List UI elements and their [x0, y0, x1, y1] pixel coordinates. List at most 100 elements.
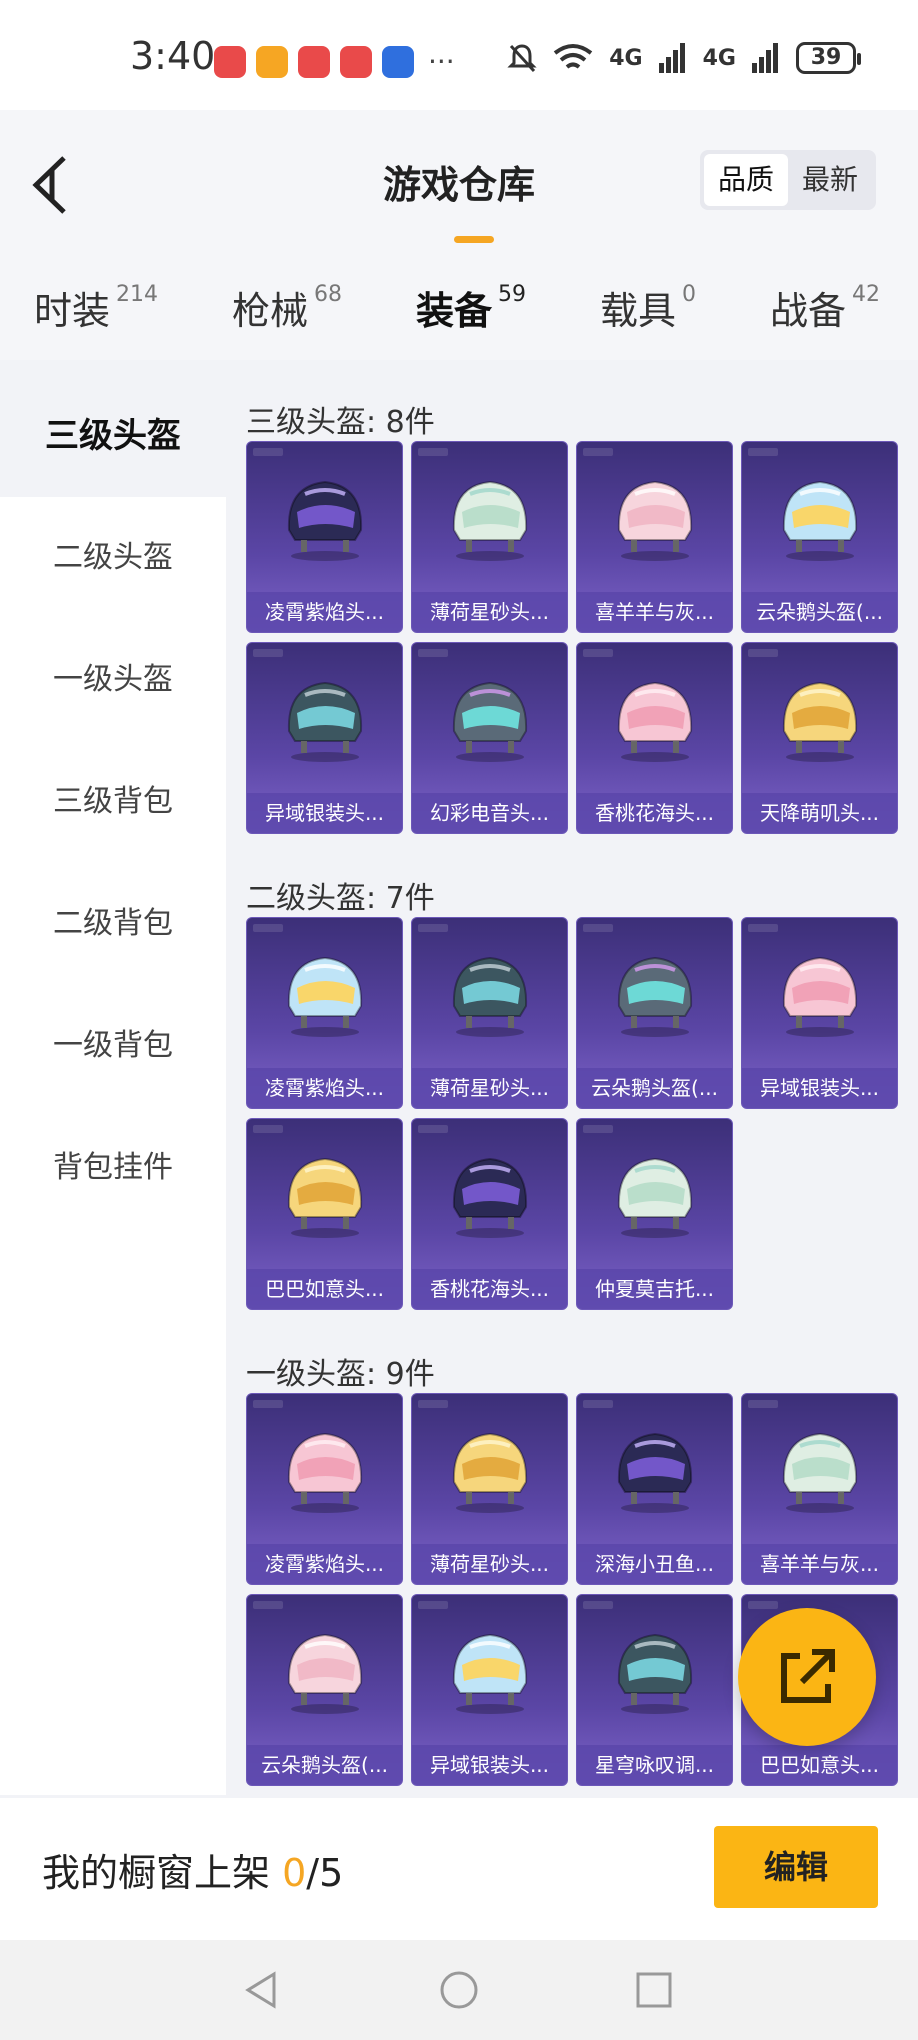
category-tabs: 时装 214 枪械 68 装备 59 载具 0 战备 42: [0, 280, 918, 350]
item-card[interactable]: 凌霄紫焰头...: [246, 1393, 403, 1585]
nav-back-icon[interactable]: [240, 1968, 284, 2012]
section-title: 一级头盔: 9件: [246, 1357, 435, 1392]
item-card[interactable]: 香桃花海头...: [411, 1118, 568, 1310]
card-decoration: [253, 924, 283, 932]
item-name: 异域银装头...: [247, 793, 402, 833]
sidebar-item-backpack-charm[interactable]: 背包挂件: [0, 1107, 226, 1229]
nav-recents-icon[interactable]: [632, 1968, 676, 2012]
tab-label: 战备: [770, 289, 847, 333]
card-decoration: [253, 649, 283, 657]
item-name: 凌霄紫焰头...: [247, 592, 402, 632]
card-decoration: [253, 1601, 283, 1609]
item-card[interactable]: 深海小丑鱼...: [576, 1393, 733, 1585]
section-title: 三级头盔: 8件: [246, 405, 435, 440]
helmet-icon: [452, 1633, 528, 1714]
item-name: 香桃花海头...: [412, 1269, 567, 1309]
status-time: 3:40: [130, 34, 216, 78]
tab-label: 时装: [34, 289, 111, 333]
item-card[interactable]: 仲夏莫吉托...: [576, 1118, 733, 1310]
share-button[interactable]: [738, 1608, 876, 1746]
item-grid: 三级头盔: 8件 凌霄紫焰头... 薄荷星砂头... 喜羊羊与灰... 云朵鹅头盔(.…: [226, 375, 918, 1795]
system-nav-bar: [0, 1940, 918, 2040]
item-name: 云朵鹅头盔(...: [577, 1068, 732, 1108]
helmet-icon: [287, 480, 363, 561]
item-card[interactable]: 喜羊羊与灰...: [576, 441, 733, 633]
helmet-icon: [452, 1157, 528, 1238]
section-title: 二级头盔: 7件: [246, 881, 435, 916]
showcase-total: /5: [306, 1851, 344, 1895]
helmet-icon: [287, 1432, 363, 1513]
card-decoration: [583, 1125, 613, 1133]
item-card[interactable]: 天降萌叽头...: [741, 642, 898, 834]
item-card[interactable]: 云朵鹅头盔(...: [246, 1594, 403, 1786]
sidebar-item-level1-backpack[interactable]: 一级背包: [0, 985, 226, 1107]
signal-4g-label: 4G: [702, 45, 736, 71]
helmet-icon: [287, 1157, 363, 1238]
sidebar-item-level2-helmet[interactable]: 二级头盔: [0, 497, 226, 619]
item-card[interactable]: 星穹咏叹调...: [576, 1594, 733, 1786]
helmet-icon: [452, 956, 528, 1037]
item-card[interactable]: 喜羊羊与灰...: [741, 1393, 898, 1585]
item-card[interactable]: 凌霄紫焰头...: [246, 917, 403, 1109]
card-decoration: [418, 1400, 448, 1408]
item-name: 云朵鹅头盔(...: [247, 1745, 402, 1785]
sort-by-quality-button[interactable]: 品质: [703, 154, 788, 206]
wifi-icon: [554, 44, 593, 69]
status-app-icons: ···: [214, 46, 455, 78]
tab-vehicles[interactable]: 载具 0: [600, 280, 696, 335]
item-card[interactable]: 薄荷星砂头...: [411, 441, 568, 633]
tab-weapons[interactable]: 枪械 68: [232, 280, 342, 335]
item-card[interactable]: 异域银装头...: [246, 642, 403, 834]
sidebar-item-level3-backpack[interactable]: 三级背包: [0, 741, 226, 863]
card-decoration: [748, 649, 778, 657]
tab-count: 214: [116, 282, 159, 307]
item-name: 仲夏莫吉托...: [577, 1269, 732, 1309]
helmet-icon: [452, 1432, 528, 1513]
notification-app-icon: [382, 46, 414, 78]
edit-button[interactable]: 编辑: [714, 1826, 878, 1908]
subcategory-sidebar: 三级头盔 二级头盔 一级头盔 三级背包 二级背包 一级背包 背包挂件: [0, 375, 226, 1795]
item-card[interactable]: 薄荷星砂头...: [411, 1393, 568, 1585]
item-name: 巴巴如意头...: [247, 1269, 402, 1309]
card-decoration: [418, 1125, 448, 1133]
tab-fashion[interactable]: 时装 214: [34, 280, 158, 335]
sort-by-newest-button[interactable]: 最新: [788, 154, 872, 206]
item-card[interactable]: 异域银装头...: [411, 1594, 568, 1786]
share-icon: [781, 1649, 835, 1703]
item-card[interactable]: 云朵鹅头盔(...: [741, 441, 898, 633]
helmet-icon: [617, 480, 693, 561]
tab-count: 0: [682, 282, 697, 307]
status-bar: 3:40 ··· 4G 4G 39: [0, 0, 918, 110]
sidebar-item-level3-helmet[interactable]: 三级头盔: [0, 375, 226, 497]
tab-count: 59: [498, 282, 527, 307]
nav-home-icon[interactable]: [437, 1968, 481, 2012]
item-card[interactable]: 凌霄紫焰头...: [246, 441, 403, 633]
item-card[interactable]: 巴巴如意头...: [246, 1118, 403, 1310]
helmet-icon: [782, 480, 858, 561]
sidebar-item-level2-backpack[interactable]: 二级背包: [0, 863, 226, 985]
item-name: 天降萌叽头...: [742, 793, 897, 833]
tab-label: 枪械: [232, 289, 309, 333]
tab-equipment[interactable]: 装备 59: [416, 280, 526, 335]
card-decoration: [583, 448, 613, 456]
notification-app-icon: [340, 46, 372, 78]
item-card[interactable]: 幻彩电音头...: [411, 642, 568, 834]
item-name: 凌霄紫焰头...: [247, 1544, 402, 1584]
battery-indicator: 39: [796, 42, 861, 74]
item-card[interactable]: 薄荷星砂头...: [411, 917, 568, 1109]
item-card[interactable]: 异域银装头...: [741, 917, 898, 1109]
active-tab-indicator: [454, 236, 494, 243]
item-card[interactable]: 香桃花海头...: [576, 642, 733, 834]
tab-label: 装备: [416, 289, 493, 333]
notification-app-icon: [214, 46, 246, 78]
item-name: 薄荷星砂头...: [412, 592, 567, 632]
tab-supplies[interactable]: 战备 42: [770, 280, 880, 335]
item-name: 薄荷星砂头...: [412, 1068, 567, 1108]
showcase-label: 我的橱窗上架: [42, 1851, 271, 1895]
item-card[interactable]: 云朵鹅头盔(...: [576, 917, 733, 1109]
sort-toggle: 品质 最新: [699, 150, 876, 210]
sidebar-item-level1-helmet[interactable]: 一级头盔: [0, 619, 226, 741]
tab-count: 68: [314, 282, 343, 307]
card-decoration: [583, 1400, 613, 1408]
item-name: 幻彩电音头...: [412, 793, 567, 833]
